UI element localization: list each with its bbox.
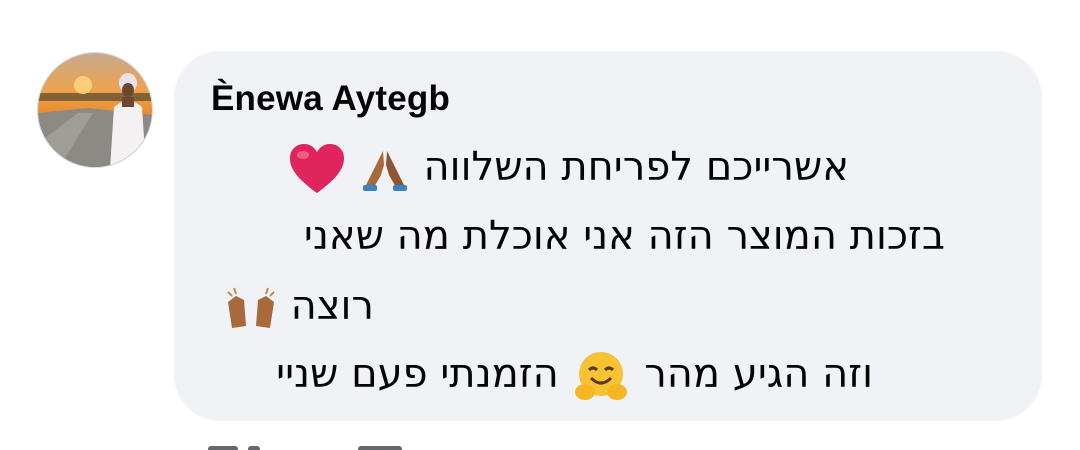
heart-emoji bbox=[288, 143, 346, 195]
folded-hands-emoji bbox=[359, 145, 411, 193]
raising-hands-emoji bbox=[224, 286, 278, 330]
comment-text: אשרייכם לפריחת השלווה bbox=[423, 144, 849, 190]
avatar[interactable] bbox=[37, 52, 153, 168]
comment-text: הזמנתי פעם שניי bbox=[276, 351, 559, 397]
comment-item: Ènewa Aytegb אשרייכם לפריחת השלווה בזכות… bbox=[0, 0, 1080, 450]
comment-author-name[interactable]: Ènewa Aytegb bbox=[211, 79, 450, 119]
comment-line-1: אשרייכם לפריחת השלווה bbox=[288, 143, 849, 195]
comment-line-2: בזכות המוצר הזה אני אוכלת מה שאני bbox=[303, 213, 945, 259]
hugging-face-emoji bbox=[571, 350, 631, 402]
comment-line-3: רוצה bbox=[224, 282, 374, 330]
comment-text: רוצה bbox=[290, 283, 374, 329]
comment-line-4: וזה הגיע מהר הזמנתי פעם שניי bbox=[276, 350, 873, 402]
comment-text: וזה הגיע מהר bbox=[644, 351, 873, 397]
comment-actions-row bbox=[208, 444, 468, 450]
profile-photo bbox=[38, 53, 152, 167]
